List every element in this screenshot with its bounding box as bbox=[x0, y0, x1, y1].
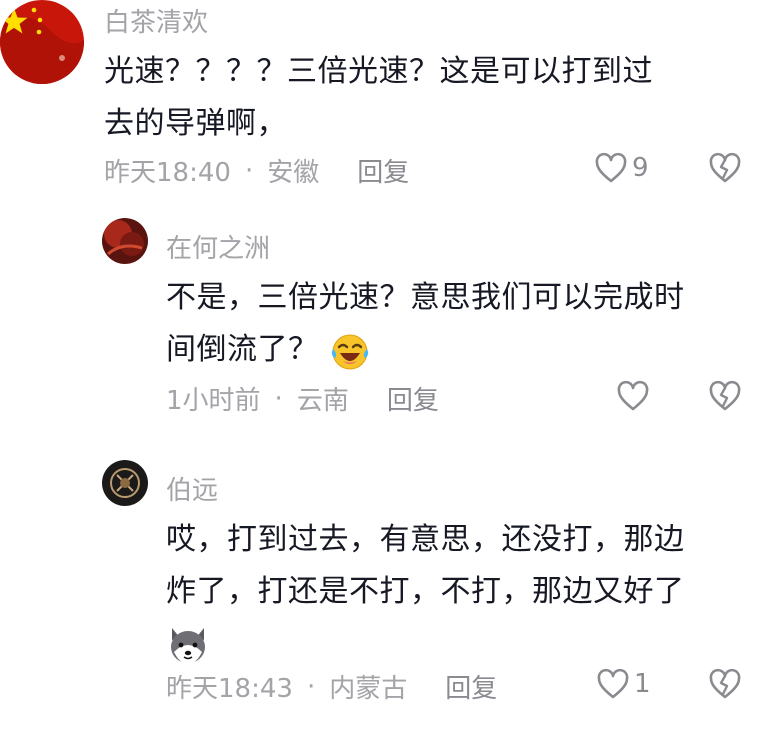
reply-button[interactable]: 回复 bbox=[357, 152, 409, 189]
heart-icon bbox=[595, 152, 627, 183]
like-count: 1 bbox=[634, 669, 651, 699]
broken-heart-icon bbox=[709, 668, 741, 699]
username[interactable]: 白茶清欢 bbox=[104, 2, 208, 39]
laughing-crying-emoji-icon bbox=[329, 331, 371, 371]
location: 内蒙古 bbox=[329, 674, 408, 704]
avatar[interactable] bbox=[0, 0, 84, 84]
comment-text: 不是，三倍光速？意思我们可以完成时 间倒流了？ bbox=[166, 272, 685, 376]
avatar[interactable] bbox=[102, 460, 148, 506]
comment-meta: 昨天18:40 · 安徽 回复 bbox=[104, 152, 409, 189]
like-button[interactable]: 9 bbox=[594, 152, 649, 184]
comment-meta: 1小时前 · 云南 回复 bbox=[166, 380, 439, 417]
reply-button[interactable]: 回复 bbox=[445, 668, 497, 705]
comment-line: 间倒流了？ bbox=[166, 324, 685, 376]
comment-line: 炸了，打还是不打，不打，那边又好了 bbox=[166, 574, 685, 609]
username[interactable]: 伯远 bbox=[166, 470, 218, 507]
comment-line: 哎，打到过去，有意思，还没打，那边 bbox=[166, 522, 685, 557]
dislike-button[interactable] bbox=[708, 668, 742, 700]
red-dark-avatar-icon bbox=[102, 218, 148, 264]
location: 安徽 bbox=[267, 158, 320, 188]
like-button[interactable] bbox=[616, 380, 654, 412]
dark-emblem-avatar-icon bbox=[102, 460, 148, 506]
separator: · bbox=[244, 155, 254, 186]
heart-icon bbox=[597, 668, 629, 699]
china-flag-avatar-icon bbox=[0, 0, 84, 84]
broken-heart-icon bbox=[709, 380, 741, 411]
comment-line: 不是，三倍光速？意思我们可以完成时 bbox=[166, 280, 685, 315]
timestamp: 昨天18:40 bbox=[104, 158, 231, 188]
timestamp: 昨天18:43 bbox=[166, 674, 293, 704]
like-count: 9 bbox=[632, 153, 649, 183]
comment-line: 光速？？？？三倍光速？这是可以打到过 bbox=[104, 54, 653, 89]
like-button[interactable]: 1 bbox=[596, 668, 651, 700]
comment-text: 光速？？？？三倍光速？这是可以打到过 去的导弹啊， bbox=[104, 46, 653, 150]
separator: · bbox=[306, 671, 316, 702]
separator: · bbox=[274, 383, 283, 414]
broken-heart-icon bbox=[709, 152, 741, 183]
username[interactable]: 在何之洲 bbox=[166, 228, 270, 265]
dislike-button[interactable] bbox=[708, 380, 742, 412]
heart-icon bbox=[617, 380, 649, 411]
dislike-button[interactable] bbox=[708, 152, 742, 184]
reply-button[interactable]: 回复 bbox=[387, 380, 439, 417]
avatar[interactable] bbox=[102, 218, 148, 264]
timestamp: 1小时前 bbox=[166, 386, 261, 416]
location: 云南 bbox=[296, 386, 349, 416]
comment-text: 哎，打到过去，有意思，还没打，那边 炸了，打还是不打，不打，那边又好了 bbox=[166, 514, 685, 670]
husky-dog-emoji-icon bbox=[166, 624, 210, 666]
comment-line bbox=[166, 618, 685, 670]
comment-line: 去的导弹啊， bbox=[104, 106, 287, 141]
comment-meta: 昨天18:43 · 内蒙古 回复 bbox=[166, 668, 497, 705]
